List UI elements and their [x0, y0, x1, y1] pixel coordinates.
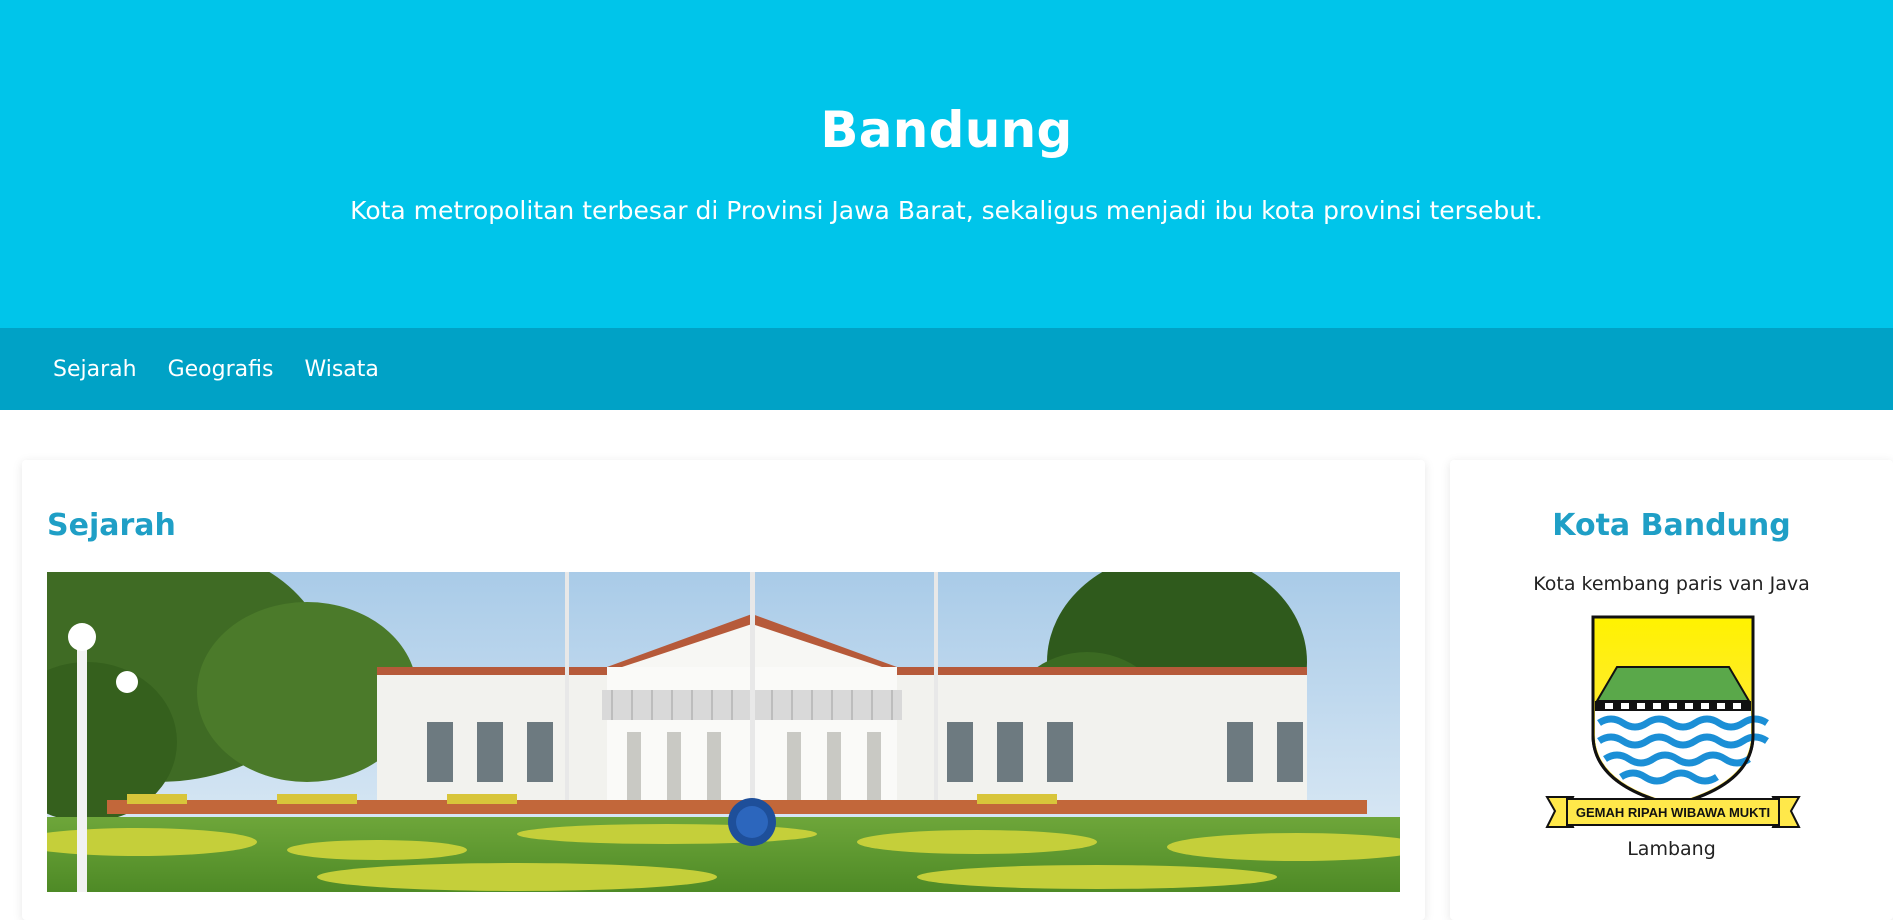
main-nav: Sejarah Geografis Wisata [0, 328, 1893, 410]
city-name-title: Kota Bandung [1552, 508, 1791, 543]
hero-header: Bandung Kota metropolitan terbesar di Pr… [0, 0, 1893, 328]
page-title: Bandung [820, 101, 1073, 159]
bandung-coat-of-arms: GEMAH RIPAH WIBAWA MUKTI [1545, 615, 1801, 835]
nav-link-geografis[interactable]: Geografis [168, 357, 274, 382]
sejarah-card: Sejarah [22, 460, 1425, 920]
emblem-motto: GEMAH RIPAH WIBAWA MUKTI [1576, 805, 1770, 820]
city-tagline: Kota kembang paris van Java [1533, 573, 1810, 595]
nav-link-wisata[interactable]: Wisata [304, 357, 378, 382]
page-subtitle: Kota metropolitan terbesar di Provinsi J… [350, 196, 1543, 225]
section-title: Sejarah [47, 508, 176, 543]
nav-link-sejarah[interactable]: Sejarah [53, 357, 137, 382]
gedung-sate-photo [47, 572, 1400, 892]
emblem-caption: Lambang [1627, 838, 1716, 860]
city-info-card: Kota Bandung Kota kembang paris van Java [1450, 460, 1893, 920]
